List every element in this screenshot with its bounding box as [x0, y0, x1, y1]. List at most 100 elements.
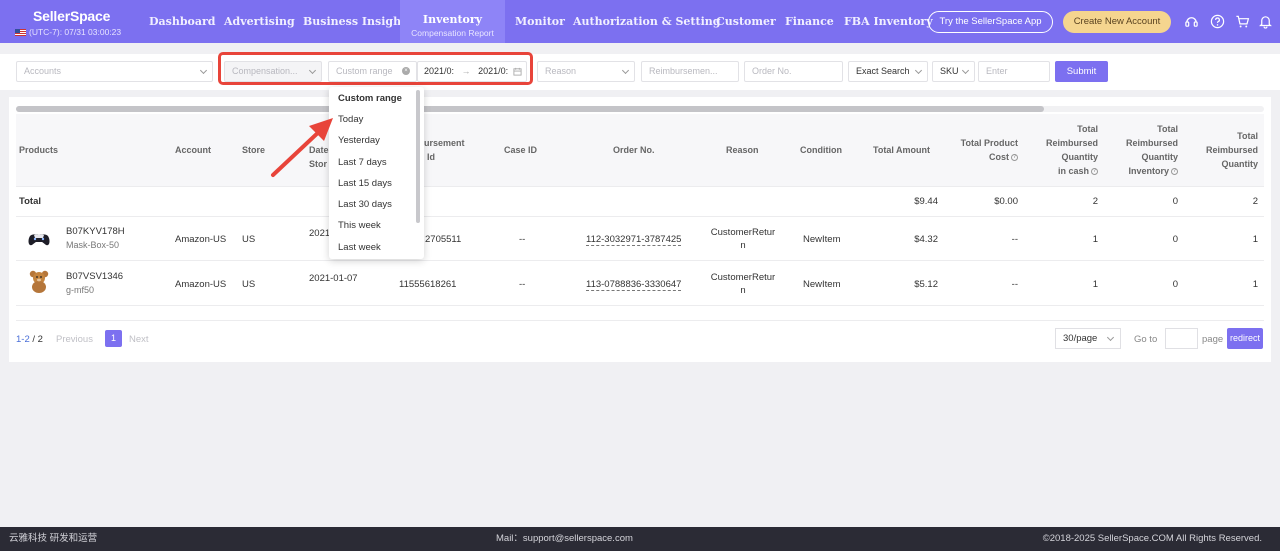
col-header-total-amount[interactable]: Total Amount [873, 143, 930, 157]
highlight-box [218, 52, 533, 85]
cash-cell: 1 [1092, 234, 1098, 245]
submit-button[interactable]: Submit [1055, 61, 1108, 82]
horizontal-scrollbar-thumb[interactable] [16, 106, 1044, 112]
quantity-cell: 1 [1252, 234, 1258, 245]
col-header-qty-line2: Reimbursed [1205, 145, 1258, 155]
pagination-total: 2 [37, 334, 43, 345]
total-quantity: 2 [1252, 196, 1258, 207]
col-header-reimbursed-cash[interactable]: Total Reimbursed Quantity in cash? [1030, 122, 1098, 178]
nav-advertising[interactable]: Advertising [224, 0, 295, 43]
date-cell: 2021-01-07 [309, 273, 358, 284]
date-cell: 2021 [309, 228, 331, 239]
col-header-condition[interactable]: Condition [800, 143, 842, 157]
product-sku: g-mf50 [66, 285, 95, 295]
dropdown-option-last-15-days[interactable]: Last 15 days [338, 178, 392, 189]
dropdown-option-last-30-days[interactable]: Last 30 days [338, 199, 392, 210]
help-icon[interactable] [1210, 14, 1225, 29]
page-1-button[interactable]: 1 [105, 330, 122, 347]
search-field-select[interactable]: SKU [932, 61, 975, 82]
store-cell: US [242, 234, 256, 245]
dropdown-scrollbar[interactable] [416, 90, 420, 223]
reason-select[interactable]: Reason [537, 61, 635, 82]
col-header-qty-line1: Total [1237, 131, 1258, 141]
search-input[interactable]: Enter [978, 61, 1050, 82]
amount-cell: $4.32 [914, 234, 938, 245]
chevron-down-icon [1106, 333, 1115, 342]
col-header-case-id[interactable]: Case ID [504, 143, 537, 157]
try-app-button[interactable]: Try the SellerSpace App [928, 11, 1053, 33]
product-asin[interactable]: B07VSV1346 [66, 271, 123, 282]
footer-copyright: ©2018-2025 SellerSpace.COM All Rights Re… [1042, 533, 1262, 544]
col-header-products[interactable]: Products [19, 143, 58, 157]
row-divider [16, 260, 1264, 261]
product-thumbnail[interactable] [25, 225, 53, 253]
nav-finance[interactable]: Finance [785, 0, 834, 43]
col-header-total-product-cost[interactable]: Total Product Cost? [948, 136, 1018, 164]
nav-business-insight[interactable]: Business Insight [303, 0, 406, 43]
col-header-reason[interactable]: Reason [726, 143, 759, 157]
pagination-separator: / [29, 334, 38, 345]
create-account-button[interactable]: Create New Account [1063, 11, 1171, 33]
support-icon[interactable] [1184, 14, 1199, 29]
previous-page-button[interactable]: Previous [56, 334, 93, 345]
reason-line1: CustomerRetur [710, 272, 776, 283]
nav-authorization-setting[interactable]: Authorization & Setting [573, 0, 720, 43]
dropdown-option-yesterday[interactable]: Yesterday [338, 135, 380, 146]
brand-logo[interactable]: SellerSpace [33, 8, 135, 24]
total-cost: $0.00 [994, 196, 1018, 207]
dropdown-option-this-week[interactable]: This week [338, 220, 381, 231]
col-header-account[interactable]: Account [175, 143, 211, 157]
cost-cell: -- [1011, 234, 1018, 245]
col-header-cash-line4: in cash [1057, 166, 1089, 176]
next-page-button[interactable]: Next [129, 334, 149, 345]
col-header-reimbursed-inventory[interactable]: Total Reimbursed Quantity Inventory? [1108, 122, 1178, 178]
condition-cell: NewItem [803, 234, 841, 245]
chevron-down-icon [914, 66, 923, 75]
product-thumbnail[interactable] [25, 267, 53, 295]
dropdown-option-today[interactable]: Today [338, 114, 363, 125]
dropdown-option-last-week[interactable]: Last week [338, 242, 381, 253]
reason-placeholder: Reason [545, 66, 577, 76]
dropdown-option-custom-range[interactable]: Custom range [338, 93, 402, 104]
col-header-reimbursement-id[interactable]: ursement Id [424, 136, 465, 164]
footer-mail[interactable]: Mail：support@sellerspace.com [496, 527, 633, 551]
reason-line2: n [740, 285, 746, 296]
footer: 云雅科技 研发和运营 Mail：support@sellerspace.com … [0, 527, 1280, 551]
order-number-link[interactable]: 112-3032971-3787425 [586, 234, 682, 246]
col-header-cash-line1: Total [1077, 124, 1098, 134]
total-inventory: 0 [1172, 196, 1178, 207]
bell-icon[interactable] [1258, 14, 1273, 29]
nav-monitor[interactable]: Monitor [515, 0, 565, 43]
page-size-select[interactable]: 30/page [1055, 328, 1121, 349]
question-icon[interactable]: ? [1091, 168, 1098, 176]
col-header-reimb-line2: Id [427, 152, 435, 162]
total-label: Total [19, 196, 41, 207]
redirect-button[interactable]: redirect [1227, 328, 1263, 349]
col-header-cash-line2: Reimbursed [1045, 138, 1098, 148]
col-header-store[interactable]: Store [242, 143, 265, 157]
question-icon[interactable]: ? [1171, 168, 1178, 176]
col-header-order-no[interactable]: Order No. [613, 143, 655, 157]
dropdown-option-last-7-days[interactable]: Last 7 days [338, 157, 387, 168]
nav-dashboard[interactable]: Dashboard [149, 0, 216, 43]
page-size-label: 30/page [1063, 333, 1098, 344]
nav-inventory-active[interactable]: Inventory Compensation Report [400, 0, 505, 43]
reimbursement-id-input[interactable]: Reimbursemen... [641, 61, 739, 82]
order-number-link[interactable]: 113-0788836-3330647 [586, 279, 682, 291]
accounts-select[interactable]: Accounts [16, 61, 213, 82]
pagination-range: 1-2 [16, 334, 30, 345]
case-id-cell: -- [519, 234, 526, 245]
top-navigation-bar: SellerSpace (UTC-7): 07/31 03:00:23 Dash… [0, 0, 1280, 43]
goto-page-input[interactable] [1165, 328, 1198, 349]
nav-fba-inventory[interactable]: FBA Inventory [844, 0, 933, 43]
nav-customer[interactable]: Customer [716, 0, 776, 43]
timezone-text: (UTC-7): 07/31 03:00:23 [29, 27, 122, 37]
order-number-input[interactable]: Order No. [744, 61, 843, 82]
search-mode-select[interactable]: Exact Search [848, 61, 928, 82]
col-header-reimbursed-quantity[interactable]: Total Reimbursed Quantity [1195, 129, 1258, 171]
total-amount: $9.44 [914, 196, 938, 207]
cart-icon[interactable] [1235, 14, 1250, 29]
amount-cell: $5.12 [914, 279, 938, 290]
product-asin[interactable]: B07KYV178H [66, 226, 125, 237]
question-icon[interactable]: ? [1011, 154, 1018, 162]
